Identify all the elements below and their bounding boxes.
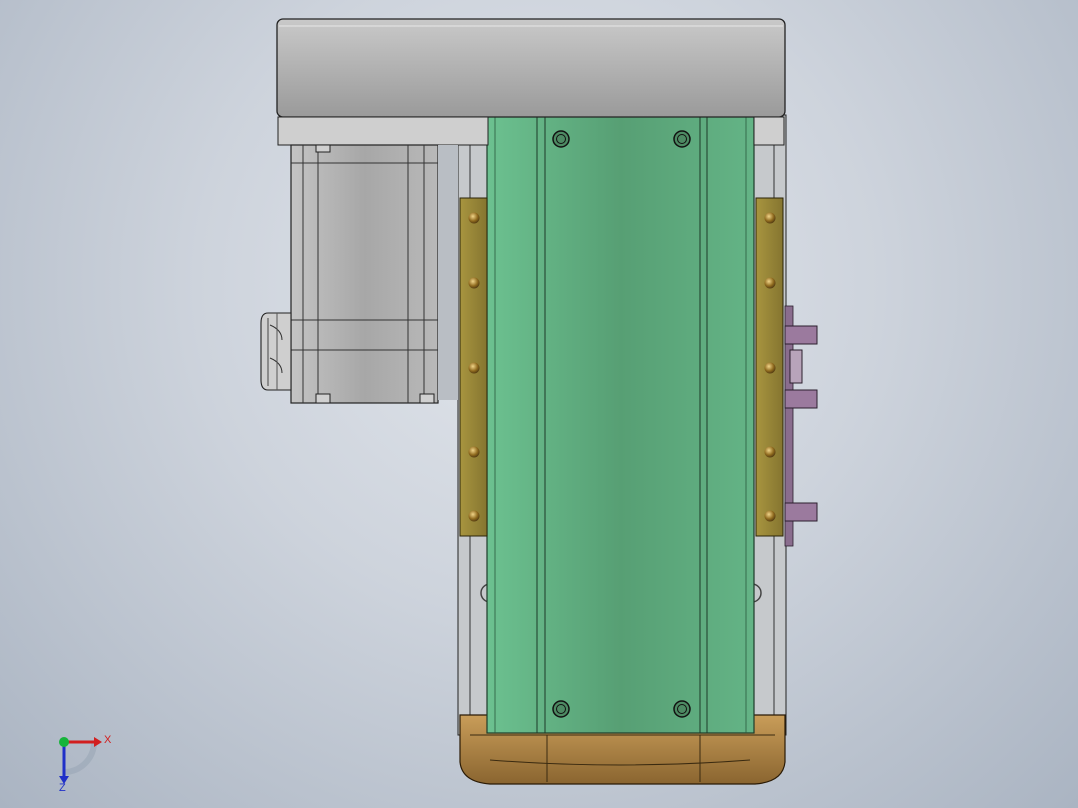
rail-screw — [764, 212, 776, 224]
y-axis-dot — [59, 737, 69, 747]
x-axis-head — [94, 737, 102, 747]
carriage-body — [486, 112, 755, 734]
orientation-triad: X Z — [59, 734, 112, 792]
rail-screw — [468, 277, 480, 289]
adapter-plate — [277, 116, 489, 146]
motor-tab — [419, 393, 435, 404]
rail-screw — [764, 446, 776, 458]
cad-viewport[interactable]: X Z — [0, 0, 1078, 808]
rail-screw — [468, 446, 480, 458]
motor-connector — [260, 312, 292, 391]
mount-hole — [552, 130, 570, 148]
rail-screw — [468, 362, 480, 374]
x-axis-label: X — [104, 734, 112, 746]
motor-gap — [438, 145, 458, 400]
rail-screw — [468, 212, 480, 224]
mount-hole — [552, 700, 570, 718]
rail-screw — [764, 362, 776, 374]
motor-tab — [315, 144, 331, 153]
sensor-connector — [784, 305, 818, 547]
top-housing — [276, 18, 786, 118]
model-view[interactable] — [0, 0, 1078, 808]
z-axis-label: Z — [59, 782, 66, 792]
rail-screw — [468, 510, 480, 522]
motor-tab — [315, 393, 331, 404]
rail-screw — [764, 277, 776, 289]
motor-body — [290, 144, 439, 404]
rail-screw — [764, 510, 776, 522]
triad-arc — [63, 741, 97, 775]
mount-hole — [673, 130, 691, 148]
mount-hole — [673, 700, 691, 718]
adapter-plate-right — [753, 116, 785, 146]
